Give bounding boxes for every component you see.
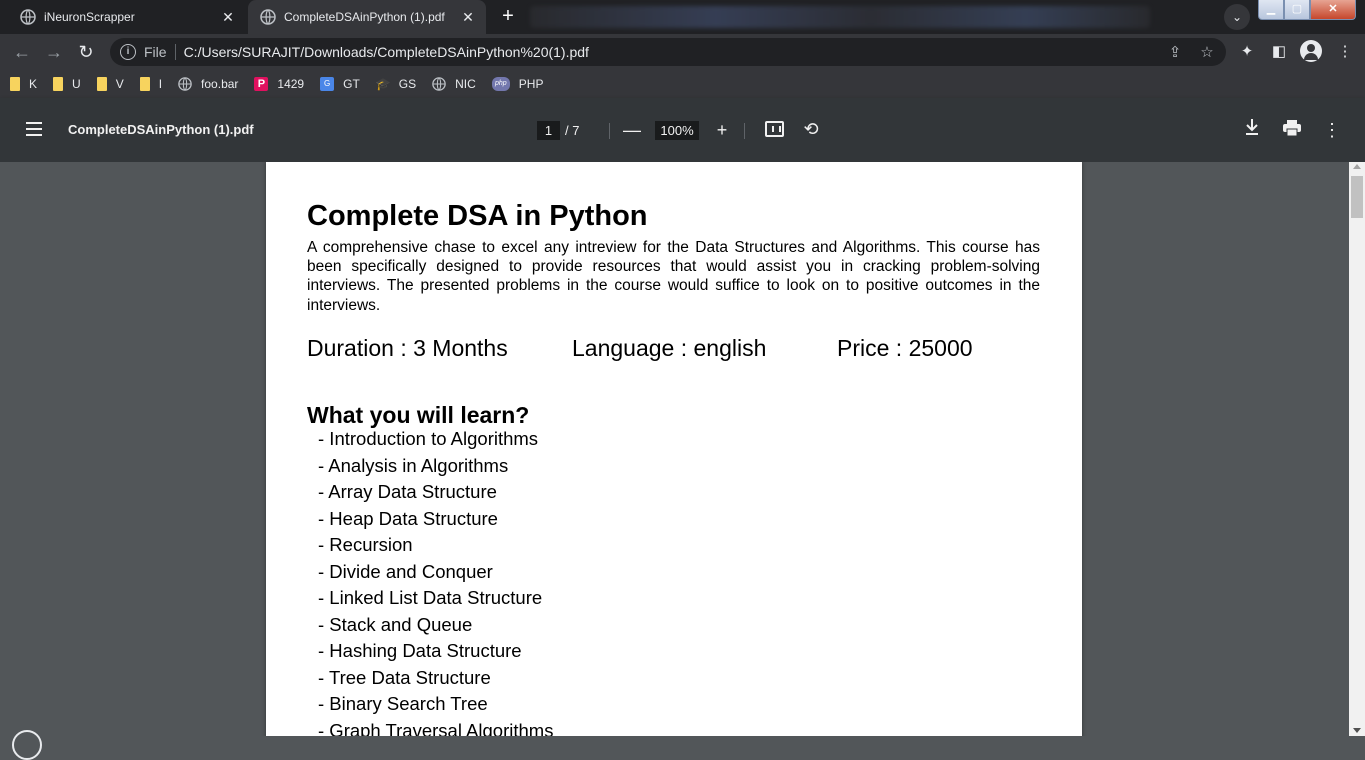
- share-icon[interactable]: ⇪: [1166, 44, 1184, 62]
- close-icon[interactable]: ✕: [460, 9, 476, 25]
- scheme-label: File: [144, 44, 167, 60]
- maximize-icon[interactable]: ▢: [1284, 0, 1310, 20]
- pdf-page: Complete DSA in Python A comprehensive c…: [266, 162, 1082, 736]
- document-description: A comprehensive chase to excel any intre…: [307, 239, 1040, 314]
- bookmark-k[interactable]: K: [10, 72, 37, 96]
- zoom-in-button[interactable]: +: [710, 118, 734, 142]
- document-title: Complete DSA in Python: [307, 200, 648, 232]
- scholar-icon: 🎓: [375, 77, 391, 91]
- list-item: - Recursion: [318, 534, 413, 555]
- tab-strip: iNeuronScrapper ✕ CompleteDSAinPython (1…: [0, 0, 1365, 34]
- close-window-icon[interactable]: ✕: [1310, 0, 1356, 20]
- back-arrow-icon[interactable]: ←: [10, 40, 34, 64]
- folder-icon: [139, 77, 150, 91]
- profile-avatar[interactable]: [1300, 40, 1322, 62]
- list-item: - Hashing Data Structure: [318, 640, 522, 661]
- list-item: - Analysis in Algorithms: [318, 454, 509, 476]
- tab-title: CompleteDSAinPython (1).pdf: [284, 10, 445, 24]
- php-icon: php: [491, 77, 510, 91]
- new-tab-button[interactable]: +: [494, 5, 522, 29]
- p-icon: P: [254, 77, 269, 91]
- url-text[interactable]: C:/Users/SURAJIT/Downloads/CompleteDSAin…: [184, 44, 589, 60]
- bookmark-1429[interactable]: P 1429: [254, 72, 304, 96]
- scroll-down-arrow-icon[interactable]: [1353, 728, 1361, 733]
- menu-dots-icon[interactable]: ⋮: [1335, 42, 1355, 62]
- print-icon[interactable]: [1280, 118, 1304, 142]
- forward-arrow-icon[interactable]: →: [42, 40, 66, 64]
- bookmarks-bar: K U V I foo.bar P 1429 G GT 🎓 GS NIC php PHP: [0, 70, 1365, 98]
- list-item: - Binary Search Tree: [318, 693, 488, 714]
- tab-pdf[interactable]: CompleteDSAinPython (1).pdf ✕: [248, 0, 486, 34]
- bookmark-gt[interactable]: G GT: [320, 72, 360, 96]
- menu-icon[interactable]: [26, 122, 42, 136]
- pdf-file-name: CompleteDSAinPython (1).pdf: [68, 122, 254, 137]
- price-text: Price : 25000: [837, 335, 973, 361]
- star-icon[interactable]: ☆: [1198, 44, 1216, 62]
- minimize-icon[interactable]: ▁: [1258, 0, 1284, 20]
- floating-button[interactable]: [12, 730, 42, 760]
- list-item: - Introduction to Algorithms: [318, 428, 539, 449]
- extensions-icon[interactable]: ✦: [1237, 42, 1257, 62]
- close-icon[interactable]: ✕: [220, 9, 236, 25]
- translate-icon: G: [320, 77, 335, 91]
- address-bar[interactable]: i File C:/Users/SURAJIT/Downloads/Comple…: [110, 38, 1226, 66]
- zoom-input[interactable]: 100%: [655, 121, 699, 140]
- bookmark-u[interactable]: U: [53, 72, 81, 96]
- more-options-icon[interactable]: ⋮: [1320, 118, 1344, 142]
- folder-icon: [53, 77, 64, 91]
- list-item: - Divide and Conquer: [318, 560, 493, 582]
- list-item: - Graph Traversal Algorithms: [318, 719, 554, 737]
- bookmark-v[interactable]: V: [96, 72, 124, 96]
- globe-icon: [260, 9, 276, 25]
- list-item: - Array Data Structure: [318, 481, 497, 502]
- folder-icon: [10, 77, 20, 91]
- list-item: - Stack and Queue: [318, 613, 473, 635]
- bookmark-foo-bar[interactable]: foo.bar: [178, 72, 238, 96]
- zoom-out-button[interactable]: —: [620, 118, 644, 142]
- duration-text: Duration : 3 Months: [307, 335, 508, 361]
- rotate-icon[interactable]: ⟲: [801, 119, 821, 139]
- tab-title: iNeuronScrapper: [44, 10, 135, 24]
- chevron-down-icon[interactable]: ⌄: [1224, 4, 1250, 30]
- globe-icon: [432, 77, 446, 91]
- folder-icon: [96, 77, 107, 91]
- bookmark-nic[interactable]: NIC: [432, 72, 476, 96]
- learn-heading: What you will learn?: [307, 402, 530, 428]
- tab-ineuronscrapper[interactable]: iNeuronScrapper ✕: [8, 0, 246, 34]
- pdf-document-area[interactable]: Complete DSA in Python A comprehensive c…: [0, 162, 1349, 736]
- bookmark-php[interactable]: php PHP: [491, 72, 543, 96]
- divider: [609, 123, 610, 139]
- topics-list: - Introduction to Algorithms - Analysis …: [318, 427, 553, 736]
- list-item: - Tree Data Structure: [318, 666, 491, 688]
- scroll-thumb[interactable]: [1351, 176, 1363, 218]
- separator: [174, 44, 176, 60]
- language-text: Language : english: [572, 335, 767, 361]
- browser-toolbar: ← → ↻ i File C:/Users/SURAJIT/Downloads/…: [0, 34, 1365, 70]
- divider: [744, 123, 745, 139]
- vertical-scrollbar[interactable]: [1349, 162, 1365, 736]
- list-item: - Linked List Data Structure: [318, 587, 543, 608]
- scroll-up-arrow-icon[interactable]: [1353, 164, 1361, 169]
- bookmark-gs[interactable]: 🎓 GS: [376, 72, 416, 96]
- page-total: / 7: [565, 123, 580, 138]
- side-panel-icon[interactable]: ◧: [1269, 42, 1289, 62]
- download-icon[interactable]: [1240, 118, 1264, 142]
- page-number-input[interactable]: 1: [537, 121, 560, 140]
- bookmark-i[interactable]: I: [139, 72, 162, 96]
- globe-icon: [20, 9, 36, 25]
- pdf-toolbar: CompleteDSAinPython (1).pdf 1 / 7 — 100%…: [0, 98, 1365, 162]
- globe-icon: [178, 77, 192, 91]
- fit-page-icon[interactable]: [765, 121, 784, 137]
- list-item: - Heap Data Structure: [318, 507, 498, 529]
- info-icon[interactable]: i: [120, 44, 136, 60]
- blurred-tabs: [530, 6, 1150, 28]
- reload-icon[interactable]: ↻: [74, 40, 98, 64]
